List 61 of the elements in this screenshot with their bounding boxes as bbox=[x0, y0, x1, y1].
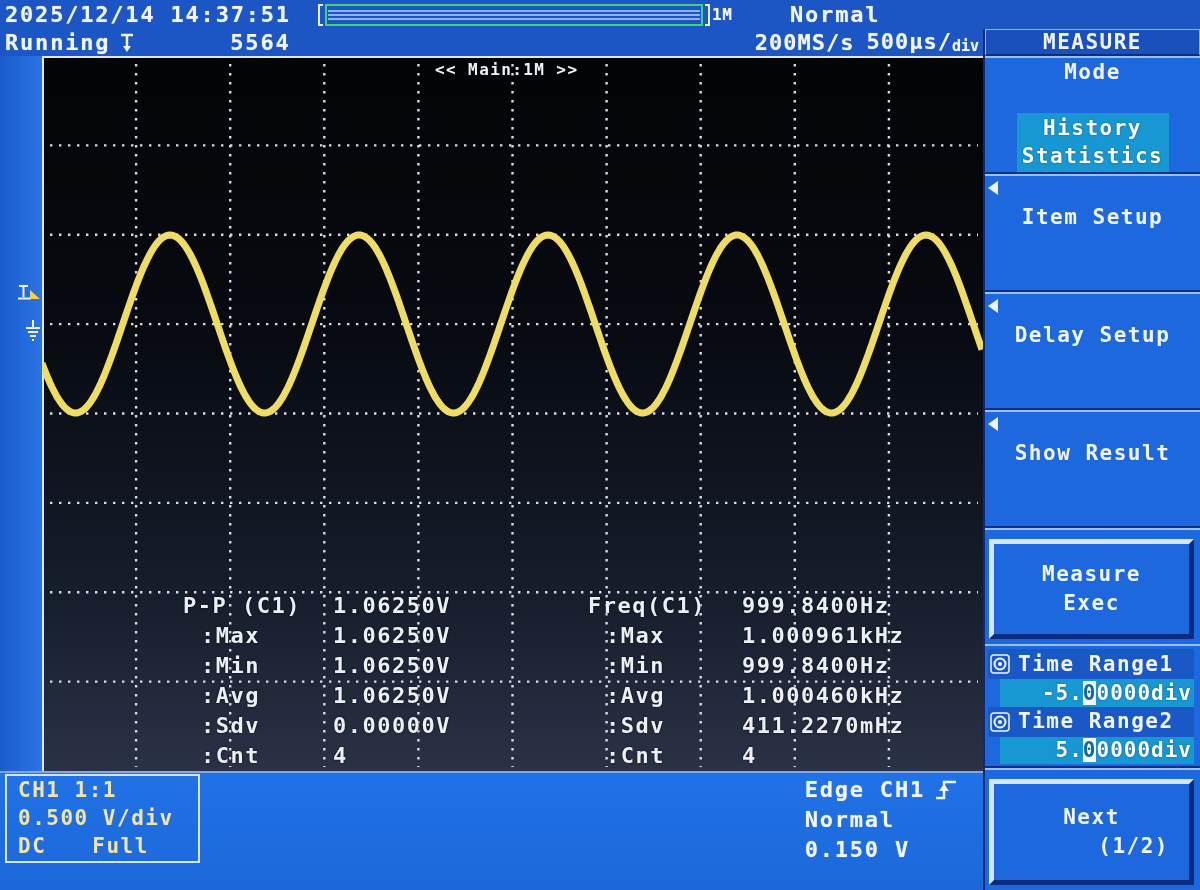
date-time: 2025/12/14 14:37:51 bbox=[5, 3, 292, 26]
stat-value: 0.00000V bbox=[333, 715, 451, 737]
rising-edge-icon bbox=[935, 780, 957, 800]
stat-value: 1.06250V bbox=[333, 655, 451, 677]
bandwidth-limit: Full bbox=[92, 836, 149, 858]
menu-item[interactable]: Show Result bbox=[985, 410, 1200, 528]
stat-label: :Avg bbox=[201, 685, 260, 707]
run-state: Running bbox=[5, 31, 111, 54]
stat-value: 999.8400Hz bbox=[742, 655, 890, 677]
stat-label: :Cnt bbox=[606, 745, 665, 767]
trigger-mode: Normal bbox=[804, 809, 895, 831]
menu-title: MEASURE bbox=[985, 29, 1200, 56]
trigger-type: Edge CH1 bbox=[804, 779, 925, 801]
range-value-field[interactable]: 5.00000div bbox=[1000, 736, 1194, 764]
memory-depth: 1M bbox=[712, 6, 734, 23]
timebase: 500µs/$_{div}$ bbox=[866, 31, 979, 54]
stat-label: :Sdv bbox=[201, 715, 260, 737]
menu-button[interactable]: Measure Exec bbox=[989, 539, 1194, 639]
selected-option: History Statistics bbox=[1016, 113, 1169, 172]
stat-label: :Avg bbox=[606, 685, 665, 707]
range-value-field[interactable]: -5.00000div bbox=[1000, 679, 1194, 707]
position-bar-icon bbox=[318, 2, 710, 27]
stat-label: :Cnt bbox=[201, 745, 260, 767]
knob-icon bbox=[990, 654, 1010, 675]
stat-label: :Min bbox=[201, 655, 260, 677]
measure-value: 999.8400Hz bbox=[742, 595, 890, 617]
measure-label: Freq(C1) bbox=[588, 595, 706, 617]
menu-button[interactable]: Next (1/2) bbox=[989, 779, 1194, 885]
trigger-threshold: 0.150 V bbox=[804, 839, 910, 861]
menu-item[interactable]: Delay Setup bbox=[985, 292, 1200, 410]
trigger-icon bbox=[120, 32, 135, 53]
sample-rate: 200MS/s bbox=[754, 31, 855, 54]
trigger-level-marker-icon bbox=[18, 284, 40, 300]
acquisition-count: 5564 bbox=[230, 31, 291, 54]
menu-item[interactable]: Mode History Statistics bbox=[985, 56, 1200, 174]
range-label: Time Range1 bbox=[1018, 653, 1174, 675]
caret-left-icon bbox=[988, 299, 998, 313]
stat-label: :Max bbox=[606, 625, 665, 647]
trigger-mode: Normal bbox=[790, 3, 882, 26]
stat-label: :Min bbox=[606, 655, 665, 677]
channel-name: CH1 1:1 bbox=[18, 779, 117, 801]
stat-value: 411.2270mHz bbox=[742, 715, 905, 737]
caret-left-icon bbox=[988, 417, 998, 431]
stat-value: 4 bbox=[742, 745, 757, 767]
ground-marker-icon bbox=[25, 319, 41, 341]
measure-value: 1.06250V bbox=[333, 595, 451, 617]
stat-value: 1.000961kHz bbox=[742, 625, 905, 647]
stat-value: 1.06250V bbox=[333, 685, 451, 707]
menu-item[interactable]: Item Setup bbox=[985, 174, 1200, 292]
stat-label: :Sdv bbox=[606, 715, 665, 737]
measure-label: P-P (C1) bbox=[183, 595, 301, 617]
vertical-scale: 0.500 V/div bbox=[18, 808, 174, 829]
caret-left-icon bbox=[988, 181, 998, 195]
memory-window-label: << Main:1M >> bbox=[435, 60, 579, 79]
stat-label: :Max bbox=[201, 625, 260, 647]
stat-value: 1.000460kHz bbox=[742, 685, 905, 707]
knob-icon bbox=[990, 711, 1010, 732]
stat-value: 4 bbox=[333, 745, 348, 767]
range-label: Time Range2 bbox=[1018, 711, 1174, 733]
stat-value: 1.06250V bbox=[333, 625, 451, 647]
coupling: DC bbox=[18, 836, 47, 858]
